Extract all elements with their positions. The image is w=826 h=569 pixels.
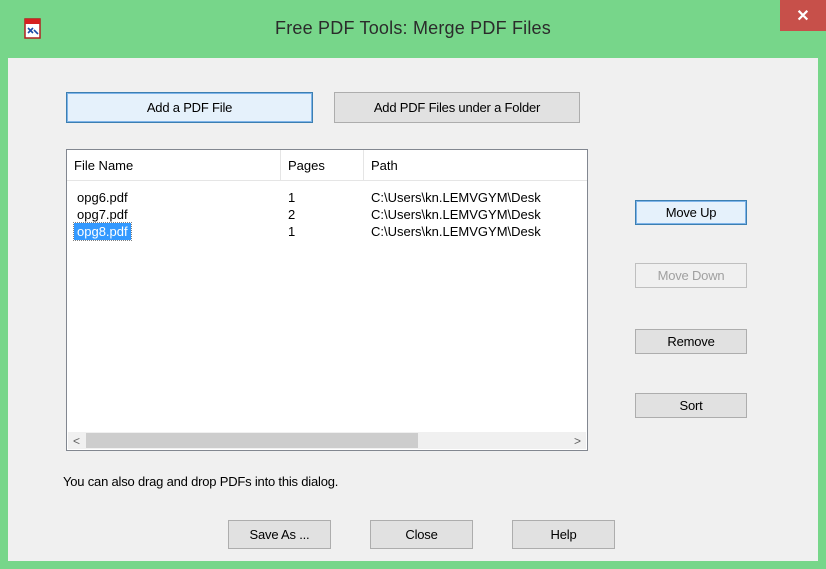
add-pdf-folder-button[interactable]: Add PDF Files under a Folder (334, 92, 580, 123)
scrollbar-thumb[interactable] (86, 433, 418, 448)
column-header-path[interactable]: Path (364, 150, 587, 180)
list-item-selected[interactable]: opg8.pdf 1 C:\Users\kn.LEMVGYM\Desk (67, 222, 587, 241)
scroll-right-icon[interactable]: > (569, 432, 586, 449)
path-cell: C:\Users\kn.LEMVGYM\Desk (371, 207, 541, 222)
dialog-body: Add a PDF File Add PDF Files under a Fol… (8, 58, 818, 561)
add-pdf-file-button[interactable]: Add a PDF File (66, 92, 313, 123)
pages-cell: 1 (288, 190, 296, 205)
list-header: File Name Pages Path (67, 150, 587, 181)
path-cell: C:\Users\kn.LEMVGYM\Desk (371, 190, 541, 205)
title-bar[interactable]: Free PDF Tools: Merge PDF Files ✕ (0, 0, 826, 58)
close-window-button[interactable]: ✕ (780, 0, 826, 31)
drag-drop-hint: You can also drag and drop PDFs into thi… (63, 474, 339, 489)
file-name-cell: opg6.pdf (77, 190, 128, 205)
path-cell: C:\Users\kn.LEMVGYM\Desk (371, 224, 541, 239)
column-header-file-name[interactable]: File Name (67, 150, 281, 180)
sort-button[interactable]: Sort (635, 393, 747, 418)
column-header-pages[interactable]: Pages (281, 150, 364, 180)
horizontal-scrollbar[interactable]: < > (68, 432, 586, 449)
move-up-button[interactable]: Move Up (635, 200, 747, 225)
pages-cell: 1 (288, 224, 296, 239)
list-item[interactable]: opg6.pdf 1 C:\Users\kn.LEMVGYM\Desk (67, 189, 587, 206)
list-item[interactable]: opg7.pdf 2 C:\Users\kn.LEMVGYM\Desk (67, 206, 587, 223)
scroll-left-icon[interactable]: < (68, 432, 85, 449)
window-title: Free PDF Tools: Merge PDF Files (275, 18, 551, 38)
close-icon: ✕ (796, 7, 810, 25)
file-name-cell: opg7.pdf (77, 207, 128, 222)
remove-button[interactable]: Remove (635, 329, 747, 354)
help-button[interactable]: Help (512, 520, 615, 549)
merge-pdf-window: Free PDF Tools: Merge PDF Files ✕ Add a … (0, 0, 826, 569)
pdf-file-list[interactable]: File Name Pages Path opg6.pdf 1 C:\Users… (66, 149, 588, 451)
pages-cell: 2 (288, 207, 296, 222)
save-as-button[interactable]: Save As ... (228, 520, 331, 549)
move-down-button[interactable]: Move Down (635, 263, 747, 288)
close-button[interactable]: Close (370, 520, 473, 549)
file-name-cell: opg8.pdf (73, 222, 132, 241)
